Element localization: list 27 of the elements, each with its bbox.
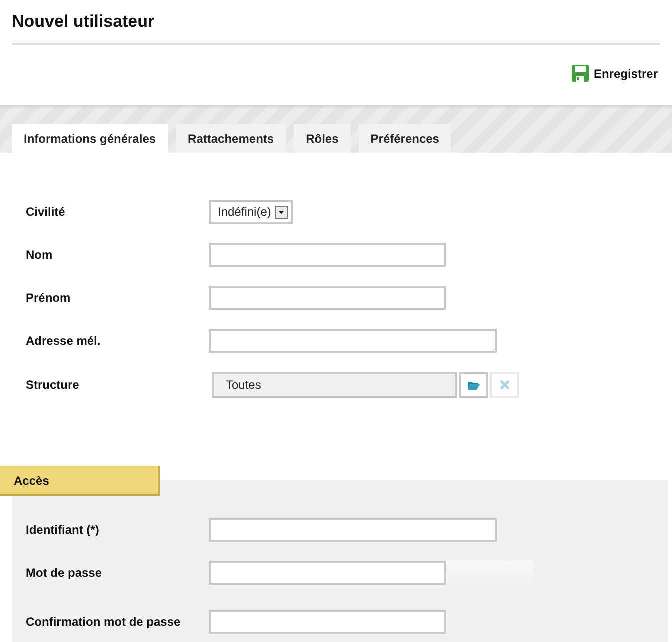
input-field[interactable] [209,610,446,634]
field-label: Mot de passe [26,566,104,580]
input-field[interactable] [209,518,497,542]
save-button[interactable]: Enregistrer [572,65,658,82]
password-field[interactable] [209,561,446,585]
input-field[interactable] [209,243,446,267]
field-label: Adresse mél. [26,334,102,348]
folder-icon [468,380,480,390]
dropdown[interactable]: Indéfini(e) [209,200,294,224]
field-label: Identifiant (*) [26,523,100,537]
field-label: Civilité [26,205,66,219]
tab[interactable]: Préférences [358,124,452,153]
structure-field: Toutes [212,372,457,398]
field-label: Prénom [26,291,72,305]
field-label: Structure [26,378,80,392]
field-label: Confirmation mot de passe [26,615,182,629]
tab[interactable]: Rattachements [176,124,286,153]
section-header: Accès [0,466,160,496]
page-title: Nouvel utilisateur [12,0,660,45]
tab[interactable]: Rôles [294,124,351,153]
browse-button[interactable] [459,372,488,398]
close-icon [500,380,510,390]
input-field[interactable] [209,329,497,353]
input-field[interactable] [209,286,446,310]
caret-icon [275,206,288,218]
tab[interactable]: Informations générales [12,124,168,153]
field-label: Nom [26,248,54,262]
